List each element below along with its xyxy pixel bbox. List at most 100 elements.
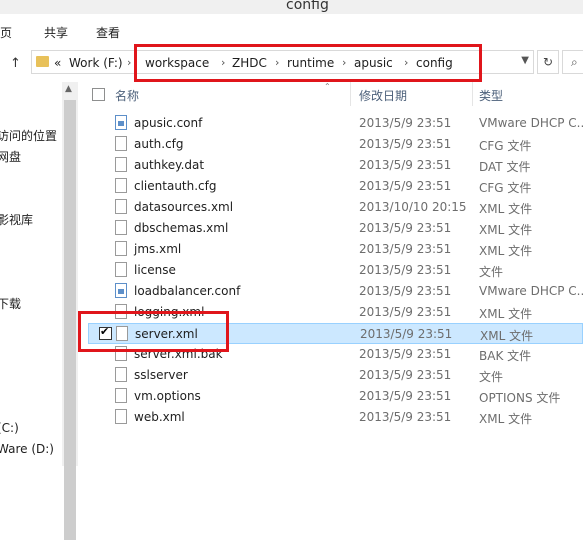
file-date: 2013/5/9 23:51 (359, 242, 452, 256)
title-bar: config (0, 0, 583, 14)
table-row[interactable]: dbschemas.xml 2013/5/9 23:51 XML 文件 (88, 218, 583, 239)
nav-item-cloud-drive[interactable]: 网盘 (0, 148, 21, 165)
row-checkbox[interactable] (99, 325, 112, 340)
nav-item-drive-d[interactable]: Ware (D:) (0, 442, 54, 456)
chevron-right-icon[interactable]: › (404, 56, 408, 69)
file-name: datasources.xml (134, 200, 234, 214)
chevron-down-icon[interactable]: ▼ (521, 55, 529, 66)
table-row[interactable]: logging.xml 2013/5/9 23:51 XML 文件 (88, 302, 583, 323)
file-name: auth.cfg (134, 137, 184, 151)
file-icon (115, 157, 127, 172)
chevron-right-icon[interactable]: › (342, 56, 346, 69)
address-segment-config[interactable]: config (416, 56, 453, 70)
table-row[interactable]: datasources.xml 2013/10/10 20:15 XML 文件 (88, 197, 583, 218)
address-prefix[interactable]: « (54, 56, 61, 70)
file-date: 2013/5/9 23:51 (359, 263, 452, 277)
file-name: dbschemas.xml (134, 221, 229, 235)
chevron-right-icon[interactable]: › (221, 56, 225, 69)
nav-item-downloads[interactable]: 下载 (0, 295, 21, 312)
file-date: 2013/5/9 23:51 (359, 179, 452, 193)
table-row[interactable]: auth.cfg 2013/5/9 23:51 CFG 文件 (88, 134, 583, 155)
tab-home[interactable]: 页 (0, 24, 12, 41)
table-row[interactable]: license 2013/5/9 23:51 文件 (88, 260, 583, 281)
file-icon (115, 262, 127, 277)
file-type: XML 文件 (479, 307, 533, 321)
file-icon (115, 304, 127, 319)
file-date: 2013/5/9 23:51 (359, 368, 452, 382)
file-icon (115, 346, 127, 361)
scrollbar-thumb[interactable] (64, 100, 76, 540)
column-name[interactable]: 名称 (115, 87, 139, 104)
chevron-right-icon[interactable]: › (127, 56, 131, 69)
file-name: apusic.conf (134, 116, 203, 130)
file-type: 文件 (479, 370, 504, 384)
file-type: XML 文件 (479, 202, 533, 216)
nav-pane-scrollbar[interactable]: ▲ (62, 82, 78, 540)
tab-view[interactable]: 查看 (96, 24, 120, 41)
address-segment-apusic[interactable]: apusic (354, 56, 393, 70)
file-date: 2013/5/9 23:51 (359, 389, 452, 403)
address-root[interactable]: Work (F:) (69, 56, 123, 70)
column-divider[interactable] (350, 82, 351, 106)
folder-icon (36, 56, 49, 67)
file-type: BAK 文件 (479, 349, 532, 363)
file-type: XML 文件 (479, 244, 533, 258)
file-icon (115, 241, 127, 256)
table-row[interactable]: jms.xml 2013/5/9 23:51 XML 文件 (88, 239, 583, 260)
address-bar[interactable]: « Work (F:) › workspace › ZHDC › runtime… (31, 50, 534, 74)
tab-share[interactable]: 共享 (44, 24, 68, 41)
column-header: 名称 ⌃ 修改日期 类型 (78, 82, 583, 106)
file-type: XML 文件 (479, 223, 533, 237)
file-icon (116, 326, 128, 341)
address-segment-zhdc[interactable]: ZHDC (232, 56, 267, 70)
file-date: 2013/5/9 23:51 (360, 327, 453, 341)
sort-up-icon: ⌃ (324, 82, 331, 91)
file-icon (115, 367, 127, 382)
file-name: clientauth.cfg (134, 179, 217, 193)
column-type[interactable]: 类型 (479, 87, 503, 104)
select-all-checkbox[interactable] (92, 88, 105, 101)
file-name: server.xml (135, 327, 198, 341)
file-type: 文件 (479, 265, 504, 279)
file-type: OPTIONS 文件 (479, 391, 561, 405)
file-date: 2013/5/9 23:51 (359, 305, 452, 319)
refresh-button[interactable]: ↻ (537, 50, 559, 74)
search-input[interactable]: ⌕ (562, 50, 583, 74)
chevron-right-icon[interactable]: › (275, 56, 279, 69)
file-name: license (134, 263, 176, 277)
file-date: 2013/5/9 23:51 (359, 116, 452, 130)
nav-item-videos[interactable]: 影视库 (0, 211, 33, 228)
table-row[interactable]: web.xml 2013/5/9 23:51 XML 文件 (88, 407, 583, 428)
table-row[interactable]: vm.options 2013/5/9 23:51 OPTIONS 文件 (88, 386, 583, 407)
table-row[interactable]: sslserver 2013/5/9 23:51 文件 (88, 365, 583, 386)
search-icon: ⌕ (571, 55, 578, 69)
file-date: 2013/5/9 23:51 (359, 137, 452, 151)
column-divider[interactable] (472, 82, 473, 106)
file-date: 2013/10/10 20:15 (359, 200, 467, 214)
nav-item-recent-places[interactable]: 访问的位置 (0, 127, 57, 144)
table-row[interactable]: apusic.conf 2013/5/9 23:51 VMware DHCP C..… (88, 113, 583, 134)
file-name: server.xml.bak (134, 347, 223, 361)
table-row[interactable]: server.xml 2013/5/9 23:51 XML 文件 (88, 323, 583, 344)
up-arrow-icon[interactable]: ↑ (10, 56, 21, 71)
chevron-up-icon[interactable]: ▲ (65, 84, 72, 94)
address-segment-workspace[interactable]: workspace (145, 56, 209, 70)
table-row[interactable]: authkey.dat 2013/5/9 23:51 DAT 文件 (88, 155, 583, 176)
file-icon (115, 178, 127, 193)
table-row[interactable]: loadbalancer.conf 2013/5/9 23:51 VMware DH… (88, 281, 583, 302)
address-segment-runtime[interactable]: runtime (287, 56, 334, 70)
file-name: sslserver (134, 368, 188, 382)
file-type: XML 文件 (480, 329, 534, 343)
table-row[interactable]: clientauth.cfg 2013/5/9 23:51 CFG 文件 (88, 176, 583, 197)
column-date[interactable]: 修改日期 (359, 87, 407, 104)
file-icon (115, 199, 127, 214)
file-name: logging.xml (134, 305, 205, 319)
file-icon (115, 388, 127, 403)
ribbon: 页 共享 查看 (0, 14, 583, 46)
file-type: VMware DHCP C... (479, 284, 583, 298)
refresh-icon: ↻ (542, 55, 554, 69)
table-row[interactable]: server.xml.bak 2013/5/9 23:51 BAK 文件 (88, 344, 583, 365)
nav-item-drive-c[interactable]: (C:) (0, 421, 19, 435)
file-name: loadbalancer.conf (134, 284, 241, 298)
file-date: 2013/5/9 23:51 (359, 347, 452, 361)
